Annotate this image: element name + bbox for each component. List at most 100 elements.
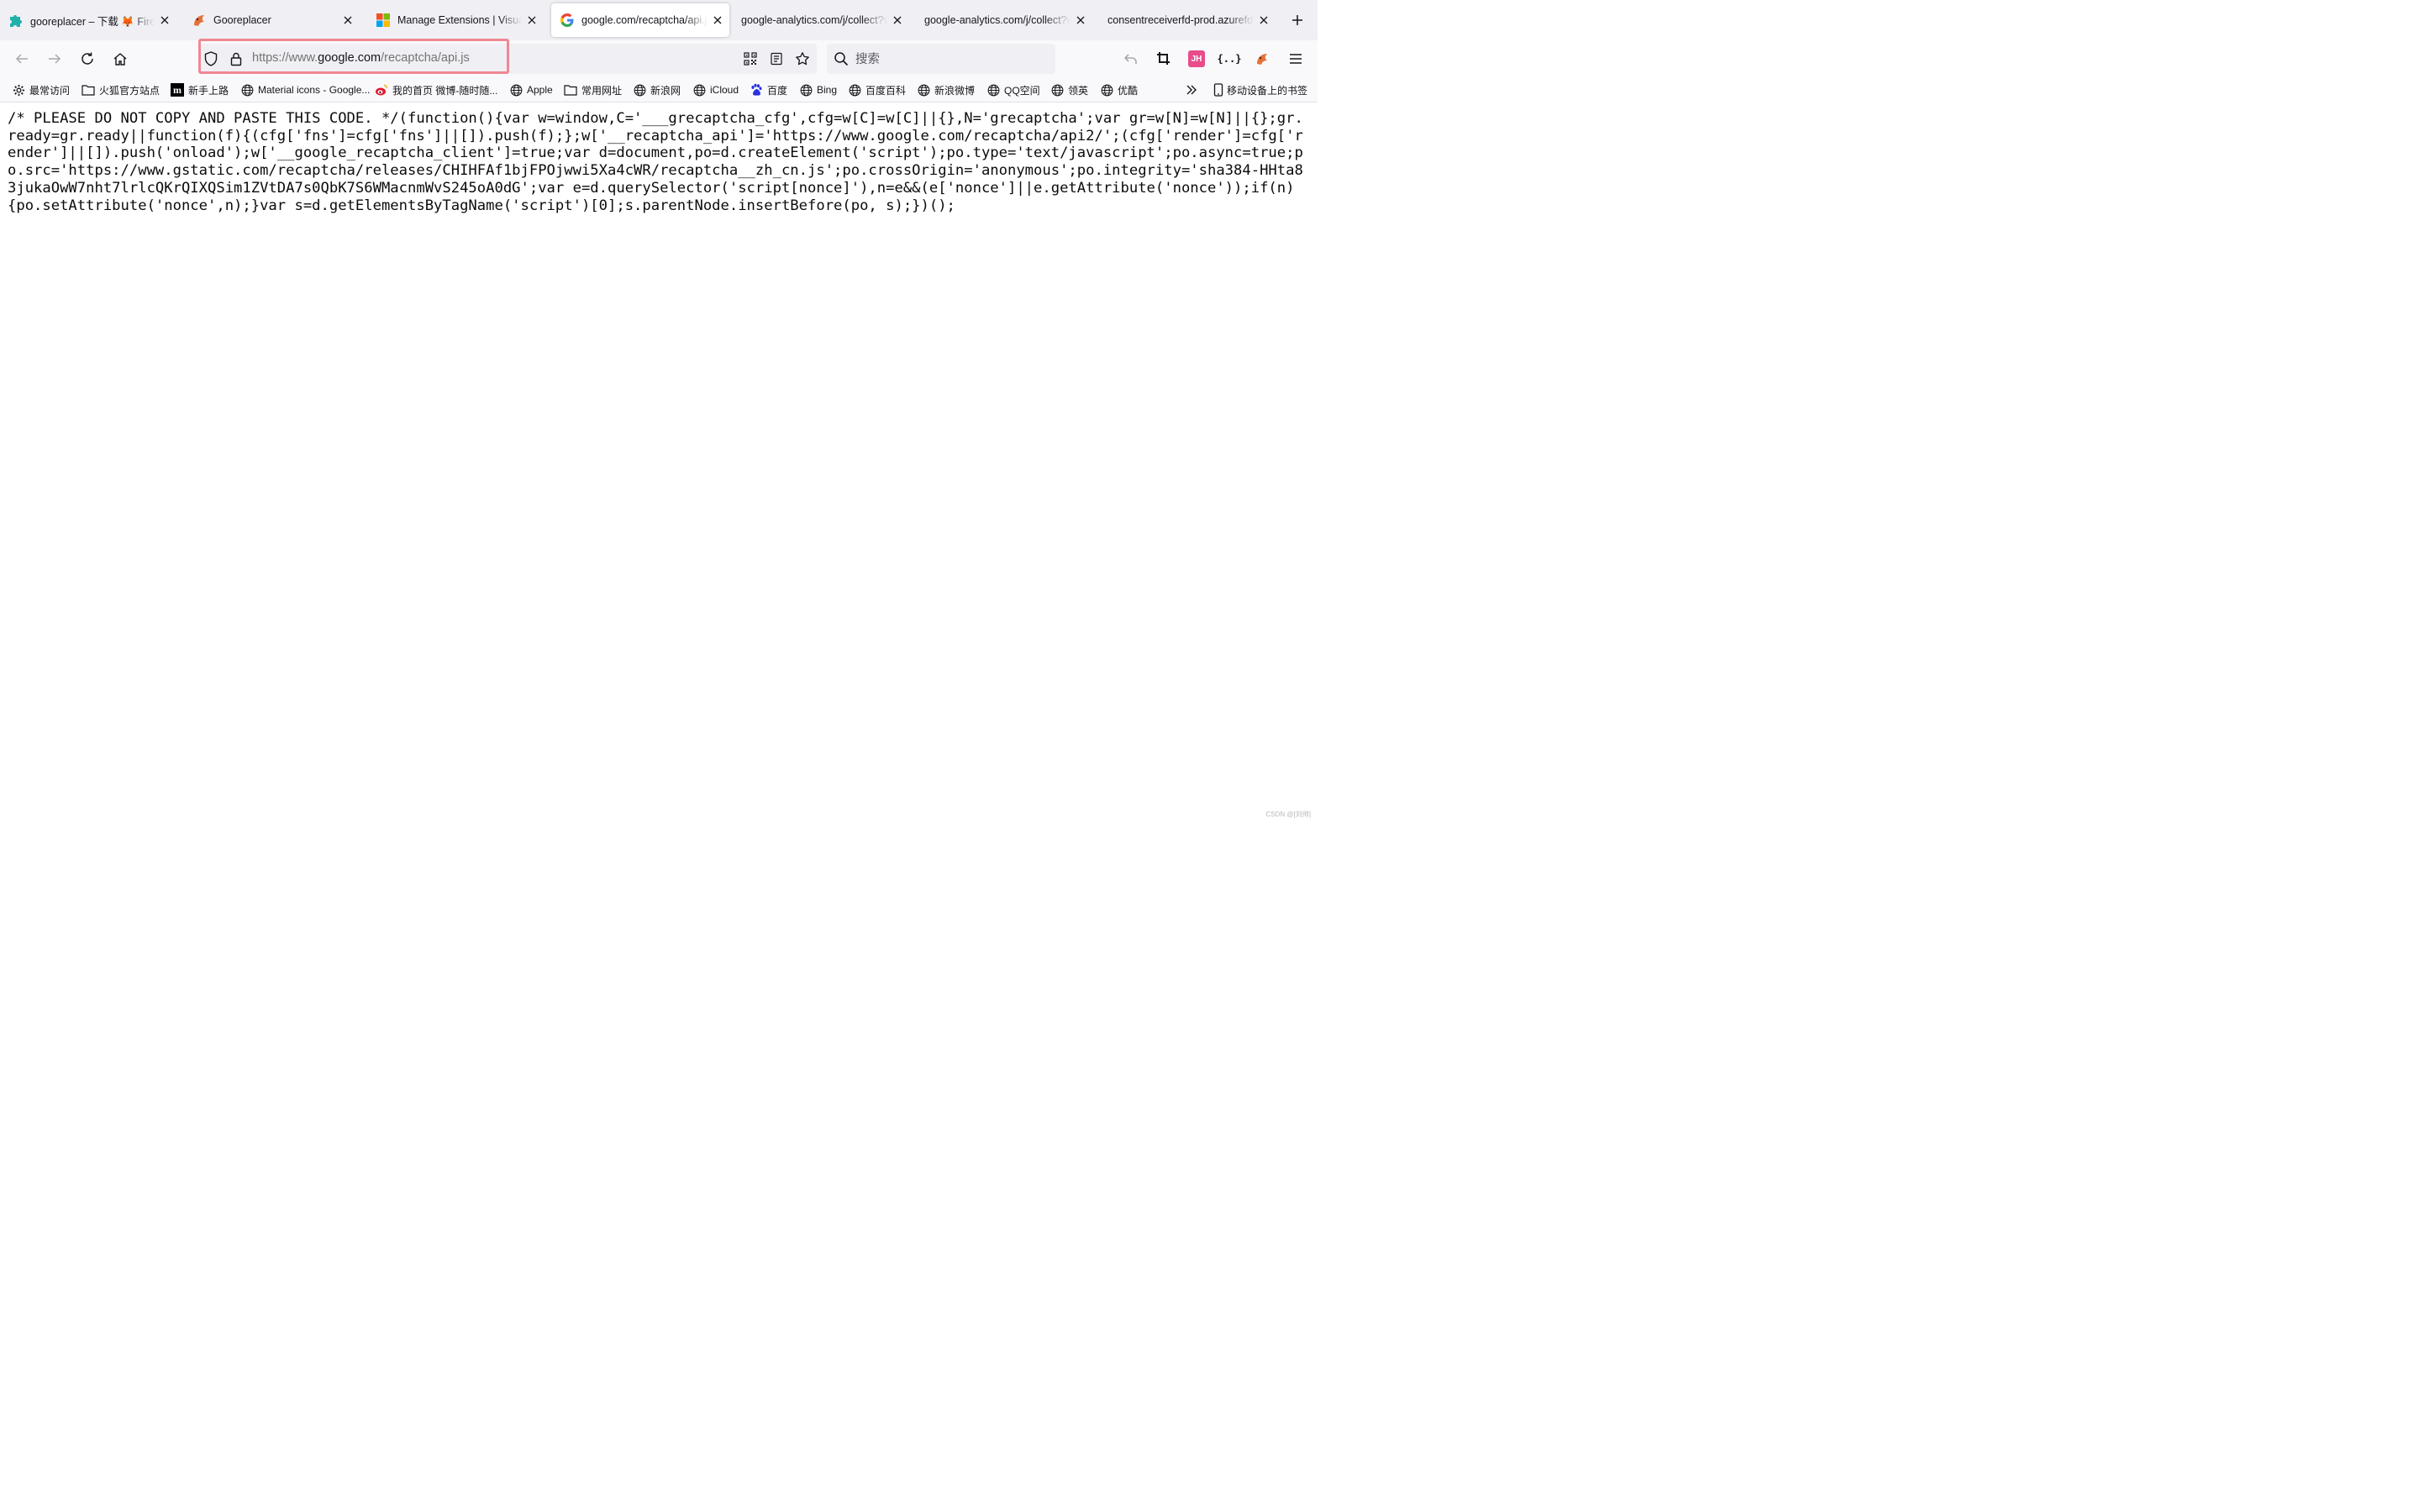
tab-title: gooreplacer – 下载 🦊 Firefox 扩展	[30, 15, 155, 28]
bookmark-qzone[interactable]: QQ空间	[986, 81, 1040, 98]
tab-manage-extensions[interactable]: Manage Extensions | Visual Studio	[367, 3, 544, 37]
search-icon	[834, 51, 849, 66]
weibo-icon	[375, 83, 388, 97]
forward-button[interactable]	[45, 49, 65, 69]
star-icon[interactable]	[795, 51, 810, 66]
bookmark-bing[interactable]: Bing	[799, 81, 837, 98]
search-bar[interactable]	[827, 44, 1055, 74]
bookmark-linkedin[interactable]: 领英	[1050, 81, 1088, 98]
gooreplacer-extension-button[interactable]	[1252, 49, 1272, 69]
home-icon	[113, 51, 128, 66]
tab-title: google-analytics.com/j/collect?v=1&	[741, 14, 887, 26]
globe-icon	[986, 83, 1000, 97]
globe-icon	[848, 83, 861, 97]
close-icon[interactable]	[158, 13, 171, 27]
medium-icon: m	[171, 83, 184, 97]
bookmark-material-icons[interactable]: Material icons - Google...	[240, 81, 370, 98]
bookmark-label: Apple	[527, 84, 553, 96]
close-icon[interactable]	[891, 13, 904, 27]
search-input[interactable]	[854, 49, 1042, 71]
json-viewer-button[interactable]: {..}	[1218, 49, 1242, 69]
javascript-source: /* PLEASE DO NOT COPY AND PASTE THIS COD…	[8, 110, 1303, 214]
plus-icon	[1292, 14, 1303, 26]
bookmark-label: 百度	[767, 84, 788, 97]
tab-recaptcha-api[interactable]: google.com/recaptcha/api.js	[551, 3, 729, 37]
tab-consentreceiver[interactable]: consentreceiverfd-prod.azurefd.net	[1099, 3, 1276, 37]
bookmark-label: 新手上路	[188, 84, 229, 97]
undo-arrow-icon	[1123, 51, 1139, 66]
bookmark-label: 常用网址	[581, 84, 623, 97]
bookmark-folder-firefox[interactable]: 火狐官方站点	[82, 81, 160, 98]
close-icon[interactable]	[711, 13, 724, 27]
url-domain: google.com	[318, 51, 381, 65]
bookmarks-toolbar: 最常访问 火狐官方站点 m 新手上路 Material icons - Goog…	[0, 77, 1318, 102]
bookmark-label: 移动设备上的书签	[1227, 84, 1308, 97]
watermark: CSDN @[刘帅]	[1265, 811, 1311, 818]
url-prefix: https://www.	[252, 51, 318, 65]
profile-button[interactable]: JH	[1186, 49, 1207, 69]
profile-badge-icon: JH	[1188, 50, 1205, 67]
reader-view-icon[interactable]	[769, 51, 784, 66]
tab-ga-collect-1[interactable]: google-analytics.com/j/collect?v=1&	[733, 3, 909, 37]
url-text[interactable]: https://www.google.com/recaptcha/api.js	[252, 51, 470, 65]
hamburger-menu-icon	[1289, 52, 1302, 66]
menu-button[interactable]	[1286, 49, 1306, 69]
screenshot-button[interactable]	[1154, 49, 1174, 69]
gooreplacer-icon	[1255, 51, 1270, 66]
lock-icon[interactable]	[229, 51, 244, 66]
globe-icon	[1100, 83, 1113, 97]
shield-icon[interactable]	[203, 51, 218, 66]
google-icon	[560, 13, 575, 28]
close-icon[interactable]	[341, 13, 355, 27]
bookmark-label: 我的首页 微博-随时随...	[392, 84, 498, 97]
bookmarks-overflow-button[interactable]	[1185, 81, 1202, 98]
bookmark-label: 火狐官方站点	[99, 84, 160, 97]
qr-code-icon[interactable]	[743, 51, 758, 66]
tab-gooreplacer-amo[interactable]: gooreplacer – 下载 🦊 Firefox 扩展	[0, 3, 176, 37]
bookmark-icloud[interactable]: iCloud	[692, 81, 739, 98]
bookmark-label: Bing	[817, 84, 838, 96]
bookmark-baidu-baike[interactable]: 百度百科	[848, 81, 906, 98]
bookmark-label: iCloud	[710, 84, 739, 96]
url-path: /recaptcha/api.js	[381, 51, 470, 65]
bookmark-sina-weibo[interactable]: 新浪微博	[917, 81, 975, 98]
bookmark-getting-started[interactable]: m 新手上路	[171, 81, 229, 98]
arrow-left-icon	[14, 51, 29, 66]
svg-text:m: m	[173, 84, 182, 96]
bookmark-apple[interactable]: Apple	[509, 81, 553, 98]
globe-icon	[917, 83, 930, 97]
microsoft-icon	[376, 13, 391, 28]
chevron-double-right-icon	[1185, 83, 1198, 97]
baidu-paw-icon	[750, 83, 763, 97]
bookmark-sina[interactable]: 新浪网	[633, 81, 681, 98]
navigation-toolbar: https://www.google.com/recaptcha/api.js	[0, 39, 1318, 77]
bookmark-most-visited[interactable]: 最常访问	[12, 81, 70, 98]
page-content: /* PLEASE DO NOT COPY AND PASTE THIS COD…	[0, 102, 1318, 823]
bookmark-weibo-home[interactable]: 我的首页 微博-随时随...	[375, 81, 497, 98]
bookmark-label: 新浪网	[650, 84, 681, 97]
tab-gooreplacer[interactable]: Gooreplacer	[183, 3, 360, 37]
tab-ga-collect-2[interactable]: google-analytics.com/j/collect?v=1&	[916, 3, 1092, 37]
home-button[interactable]	[110, 49, 130, 69]
reload-button[interactable]	[77, 49, 97, 69]
close-icon[interactable]	[525, 13, 539, 27]
tab-title: consentreceiverfd-prod.azurefd.net	[1107, 14, 1254, 26]
bookmark-label: QQ空间	[1004, 84, 1040, 97]
globe-icon	[240, 83, 254, 97]
undo-button[interactable]	[1121, 49, 1141, 69]
bookmark-folder-common[interactable]: 常用网址	[564, 81, 622, 98]
bookmark-baidu[interactable]: 百度	[750, 81, 787, 98]
globe-icon	[799, 83, 813, 97]
bookmark-mobile[interactable]: 移动设备上的书签	[1212, 81, 1307, 98]
mobile-phone-icon	[1212, 83, 1225, 97]
bookmark-youku[interactable]: 优酷	[1100, 81, 1138, 98]
url-bar[interactable]: https://www.google.com/recaptcha/api.js	[200, 44, 817, 74]
globe-icon	[509, 83, 523, 97]
bookmark-label: 百度百科	[865, 84, 907, 97]
arrow-right-icon	[47, 51, 62, 66]
globe-icon	[633, 83, 646, 97]
close-icon[interactable]	[1257, 13, 1270, 27]
new-tab-button[interactable]	[1287, 10, 1307, 30]
close-icon[interactable]	[1074, 13, 1087, 27]
back-button[interactable]	[12, 49, 32, 69]
